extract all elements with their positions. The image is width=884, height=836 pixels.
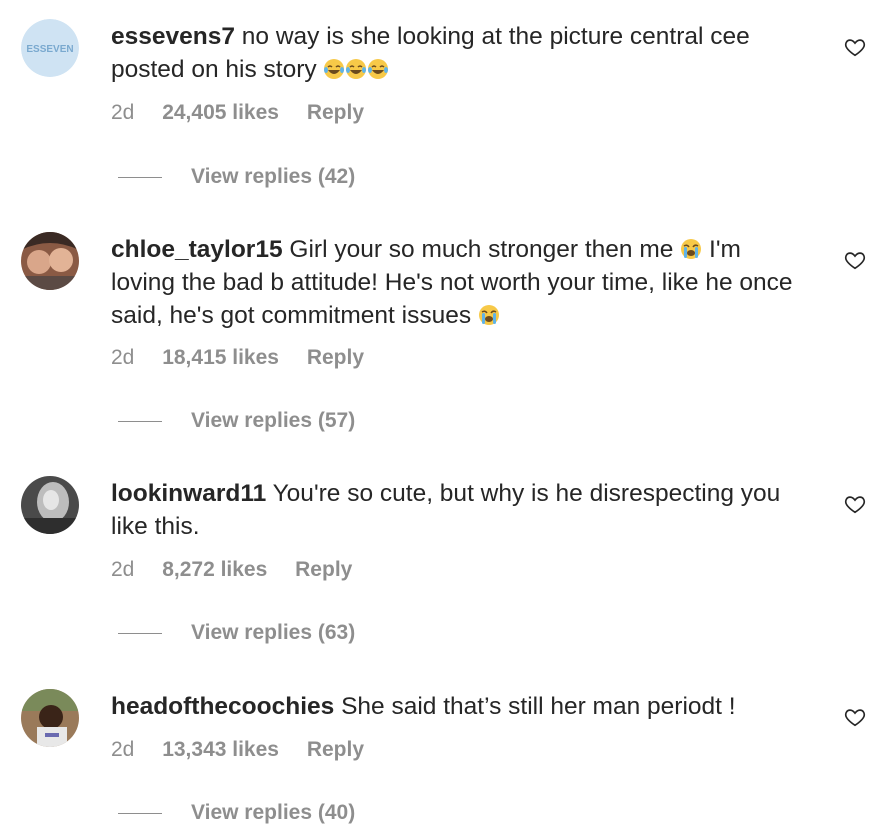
divider-line <box>118 176 162 178</box>
laughing-crying-emoji-icon <box>346 59 367 79</box>
reply-button[interactable]: Reply <box>295 558 352 581</box>
view-replies-button[interactable]: View replies (57) <box>118 408 355 434</box>
view-replies-button[interactable]: View replies (63) <box>118 620 355 646</box>
view-replies-label: View replies (63) <box>191 621 356 644</box>
view-replies-label: View replies (40) <box>191 801 356 824</box>
comment-time: 2d <box>111 558 135 581</box>
avatar[interactable] <box>21 232 79 290</box>
comment-username[interactable]: lookinward11 <box>111 480 266 507</box>
reply-button[interactable]: Reply <box>307 738 364 761</box>
heart-outline-icon[interactable] <box>844 249 866 271</box>
comment-body: essevens7 no way is she looking at the p… <box>111 20 811 86</box>
loudly-crying-emoji-icon <box>681 239 702 259</box>
likes-count[interactable]: 18,415 likes <box>162 346 279 369</box>
reply-button[interactable]: Reply <box>307 101 364 124</box>
divider-line <box>118 420 162 422</box>
avatar[interactable]: ESSEVEN <box>21 19 79 77</box>
avatar[interactable] <box>21 476 79 534</box>
comment-body: lookinward11 You're so cute, but why is … <box>111 477 811 543</box>
heart-outline-icon[interactable] <box>844 493 866 515</box>
comment-time: 2d <box>111 101 135 124</box>
view-replies-button[interactable]: View replies (40) <box>118 800 355 826</box>
view-replies-button[interactable]: View replies (42) <box>118 164 355 190</box>
comment-meta: 2d 24,405 likes Reply <box>111 100 364 126</box>
view-replies-label: View replies (57) <box>191 409 356 432</box>
reply-button[interactable]: Reply <box>307 346 364 369</box>
comment-username[interactable]: headofthecoochies <box>111 693 334 720</box>
comment-body: headofthecoochies She said that’s still … <box>111 690 811 723</box>
comment-time: 2d <box>111 738 135 761</box>
heart-outline-icon[interactable] <box>844 706 866 728</box>
loudly-crying-emoji-icon <box>478 305 499 325</box>
comment-time: 2d <box>111 346 135 369</box>
comment-meta: 2d 8,272 likes Reply <box>111 557 352 583</box>
comment-username[interactable]: essevens7 <box>111 23 235 50</box>
comment-body: chloe_taylor15 Girl your so much stronge… <box>111 233 811 332</box>
divider-line <box>118 632 162 634</box>
view-replies-label: View replies (42) <box>191 165 356 188</box>
likes-count[interactable]: 8,272 likes <box>162 558 267 581</box>
comment-meta: 2d 18,415 likes Reply <box>111 345 364 371</box>
divider-line <box>118 812 162 814</box>
laughing-crying-emoji-icon <box>368 59 389 79</box>
laughing-crying-emoji-icon <box>324 59 345 79</box>
likes-count[interactable]: 24,405 likes <box>162 101 279 124</box>
avatar[interactable] <box>21 689 79 747</box>
avatar-label: ESSEVEN <box>26 44 73 55</box>
comment-meta: 2d 13,343 likes Reply <box>111 737 364 763</box>
comment-text: She said that’s still her man periodt ! <box>341 693 736 720</box>
comment-text: Girl your so much stronger then me <box>289 236 674 263</box>
comment-username[interactable]: chloe_taylor15 <box>111 236 283 263</box>
heart-outline-icon[interactable] <box>844 36 866 58</box>
likes-count[interactable]: 13,343 likes <box>162 738 279 761</box>
